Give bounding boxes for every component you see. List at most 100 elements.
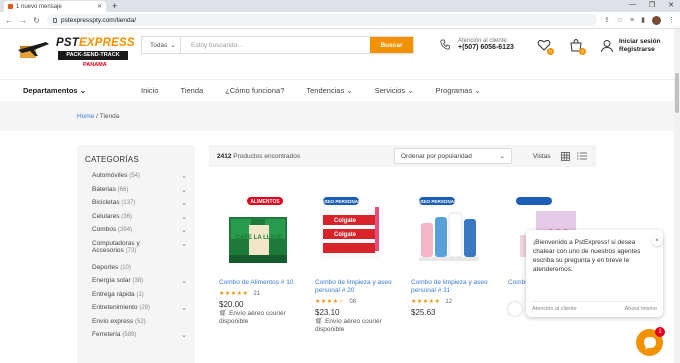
- minimize-icon[interactable]: —: [629, 1, 636, 9]
- customer-service[interactable]: Atención al cliente +(507) 6056-6123: [440, 38, 514, 51]
- back-icon[interactable]: ←: [5, 16, 13, 25]
- category-label: Entrega rápida (1): [92, 290, 144, 298]
- chat-time: Ahora mismo: [624, 306, 657, 312]
- site-logo[interactable]: PSTEXPRESS PACK-SEND-TRACK PANAMA: [14, 36, 135, 72]
- sidebar-category-item[interactable]: Entretenimiento (29) ⌄: [85, 304, 187, 318]
- chat-popup[interactable]: ¡Bienvenido a PstExpress! si desea chate…: [526, 230, 663, 317]
- sidebar-category-item[interactable]: Baterias (66) ⌄: [85, 186, 187, 200]
- nav-item-tendencias[interactable]: Tendencias ⌄: [306, 86, 352, 95]
- sidebar-category-item[interactable]: Energía solar (38) ⌄: [85, 277, 187, 291]
- product-name[interactable]: Combo de limpieza y aseo personal # 31: [411, 279, 499, 295]
- nav-item-programas[interactable]: Programas ⌄: [436, 86, 481, 95]
- login-link[interactable]: Iniciar sesión: [619, 38, 661, 46]
- grid-view-icon[interactable]: [561, 151, 570, 161]
- sidebar-category-item[interactable]: Computadoras y Accesorios (73) ⌄: [85, 240, 187, 264]
- product-name[interactable]: Combo de Alimentos # 10: [219, 279, 307, 287]
- url-input[interactable]: pstexpresspty.com/tienda/: [47, 14, 597, 26]
- sidebar-category-item[interactable]: Entrega rápida (1): [85, 291, 187, 305]
- chat-footer: Atención al cliente Ahora mismo: [532, 301, 657, 312]
- chevron-down-icon[interactable]: ⌄: [181, 213, 187, 221]
- sidebar-category-item[interactable]: Automóviles (54) ⌄: [85, 172, 187, 186]
- sidebar-category-item[interactable]: Ferretería (589) ⌄: [85, 331, 187, 345]
- page-scrollbar[interactable]: [674, 29, 680, 363]
- chevron-down-icon[interactable]: ⌄: [181, 186, 187, 194]
- browser-actions: ⇪ ☆ ≡ ▮ ⋮: [604, 15, 675, 25]
- sidebar-title: CATEGORÍAS: [85, 155, 139, 164]
- product-card[interactable]: ALIMENTOS CAFE LA LLAVE Combo de Aliment…: [219, 195, 307, 326]
- sidebar-category-item[interactable]: Deportes (10): [85, 264, 187, 278]
- sort-select[interactable]: Ordenar por popularidad ⌄: [394, 148, 512, 164]
- cart-icon: 🛒︎: [315, 318, 324, 325]
- chevron-down-icon[interactable]: ⌄: [181, 240, 187, 248]
- scrollbar-thumb[interactable]: [675, 73, 679, 113]
- product-card[interactable]: ASEO PERSONAL Combo de limpieza y aseo p…: [411, 195, 499, 317]
- product-image[interactable]: ASEO PERSONAL: [411, 195, 491, 273]
- share-icon[interactable]: ⇪: [604, 16, 610, 24]
- shop-toolbar: 2412 Productos encontrados Ordenar por p…: [209, 145, 596, 167]
- sidebar-category-item[interactable]: Celulares (36) ⌄: [85, 213, 187, 227]
- product-shipping: 🛒︎ Envío aéreo courier disponible: [219, 310, 286, 325]
- new-tab-icon[interactable]: +: [112, 1, 117, 11]
- chevron-down-icon[interactable]: ⌄: [181, 331, 187, 339]
- breadcrumb: Home / Tienda: [0, 101, 680, 131]
- menu-dots-icon[interactable]: ⋮: [668, 16, 675, 24]
- sidebar-category-item[interactable]: Combos (394) ⌄: [85, 226, 187, 240]
- login-register[interactable]: Iniciar sesión Registrarse: [600, 38, 661, 54]
- product-image[interactable]: ALIMENTOS CAFE LA LLAVE: [219, 195, 299, 273]
- chat-unread-badge: 1: [655, 327, 665, 337]
- product-rating: ★★★★☆ 08: [315, 299, 357, 305]
- chat-close-button[interactable]: ×: [652, 236, 662, 246]
- product-price: $25.63: [411, 308, 436, 317]
- reload-icon[interactable]: ↻: [33, 16, 40, 25]
- maximize-icon[interactable]: ❐: [649, 1, 655, 9]
- product-name[interactable]: Combo de limpieza y aseo personal # 20: [315, 279, 403, 295]
- breadcrumb-home[interactable]: Home: [77, 113, 94, 120]
- list-view-icon[interactable]: [577, 152, 587, 160]
- nav-item-servicios[interactable]: Servicios ⌄: [375, 86, 414, 95]
- nav-item-tienda[interactable]: Tienda: [181, 86, 204, 95]
- chevron-down-icon[interactable]: ⌄: [181, 277, 187, 285]
- product-count: 2412 Productos encontrados: [217, 152, 301, 160]
- search-category-select[interactable]: Todas ⌄: [142, 37, 181, 53]
- chevron-down-icon: ⌄: [474, 86, 481, 95]
- extensions-icon[interactable]: ▮: [641, 16, 645, 24]
- wishlist-button[interactable]: 0: [537, 38, 554, 55]
- chat-bubble-icon: [643, 336, 656, 349]
- search-input[interactable]: Estoy buscando...: [181, 42, 370, 49]
- chevron-down-icon[interactable]: ⌄: [181, 172, 187, 180]
- url-text: pstexpresspty.com/tienda/: [61, 16, 137, 24]
- reading-list-icon[interactable]: ≡: [630, 17, 634, 24]
- chat-launcher-button[interactable]: 1: [636, 327, 665, 356]
- product-image[interactable]: ASEO PERSONAL Colgate Colgate: [315, 195, 395, 273]
- category-label: Automóviles (54): [92, 172, 140, 179]
- chevron-down-icon[interactable]: ⌄: [181, 226, 187, 234]
- browser-tab[interactable]: 1 nuevo mensaje ✕: [4, 1, 106, 12]
- forward-icon[interactable]: →: [19, 16, 27, 25]
- nav-item-inicio[interactable]: Inicio: [141, 86, 159, 95]
- bookmark-star-icon[interactable]: ☆: [617, 16, 623, 24]
- register-link[interactable]: Registrarse: [619, 46, 661, 54]
- cart-button[interactable]: 0: [569, 38, 586, 55]
- category-label: Envío express (52): [92, 317, 146, 325]
- svg-text:CAFE LA LLAVE: CAFE LA LLAVE: [236, 235, 283, 241]
- product-image-hygiene: ASEO PERSONAL Colgate Colgate: [321, 197, 381, 259]
- logo-country: PANAMA: [83, 62, 107, 68]
- nav-item-como-funciona[interactable]: ¿Cómo funciona?: [225, 86, 284, 95]
- search-button[interactable]: Buscar: [370, 37, 413, 53]
- chat-message: ¡Bienvenido a PstExpress! si desea chate…: [533, 239, 641, 273]
- cart-icon: 🛒︎: [219, 310, 228, 317]
- chevron-down-icon: ⌄: [346, 86, 353, 95]
- close-window-icon[interactable]: ✕: [668, 1, 674, 9]
- product-shipping: 🛒︎ Envío aéreo courier disponible: [315, 318, 382, 333]
- close-tab-icon[interactable]: ✕: [97, 3, 102, 10]
- chevron-down-icon[interactable]: ⌄: [181, 304, 187, 312]
- chevron-down-icon[interactable]: ⌄: [181, 199, 187, 207]
- profile-avatar[interactable]: [652, 15, 661, 25]
- sidebar-category-item[interactable]: Envío express (52): [85, 318, 187, 332]
- chat-agent-avatar: [508, 302, 522, 316]
- sidebar-category-item[interactable]: Bicicletas (137) ⌄: [85, 199, 187, 213]
- departments-menu[interactable]: Departamentos ⌄: [23, 86, 141, 95]
- search-bar: Todas ⌄ Estoy buscando... Buscar: [141, 36, 414, 54]
- product-price: $20.00: [219, 300, 244, 309]
- product-card[interactable]: ASEO PERSONAL Colgate Colgate Combo de l…: [315, 195, 403, 334]
